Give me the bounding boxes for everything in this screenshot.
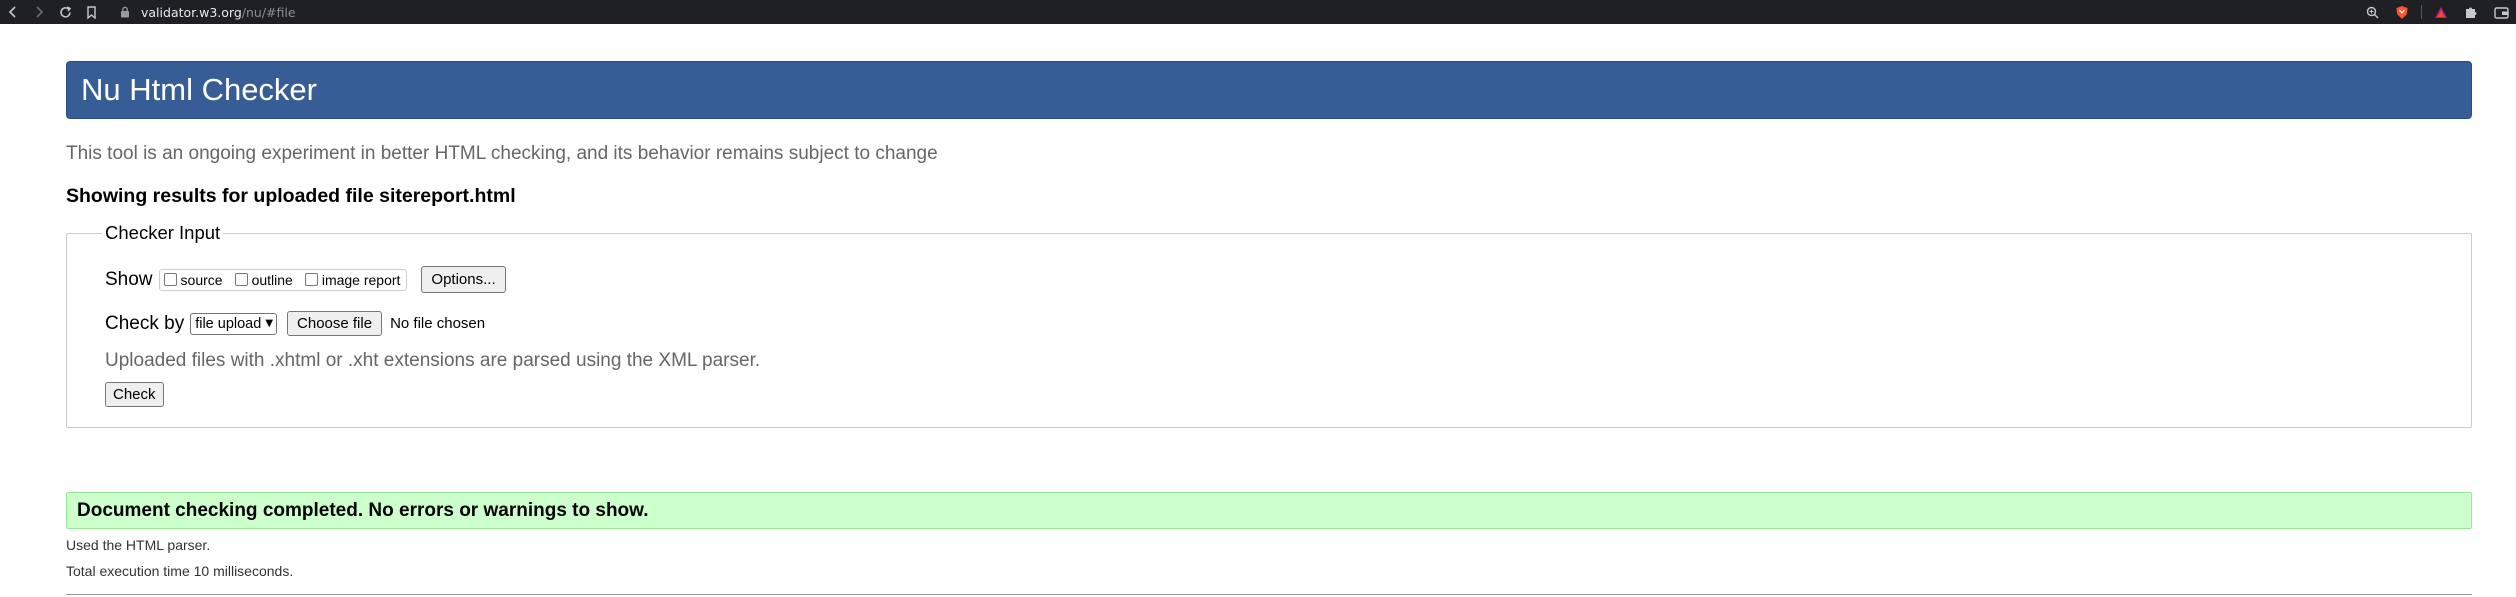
show-label: Show [105,268,153,290]
wallet-icon[interactable] [2486,0,2516,24]
toolbar-separator [2421,5,2422,19]
url-path: /nu/#file [241,4,296,20]
success-message-box: Document checking completed. No errors o… [66,492,2472,529]
show-source-option[interactable]: source [163,271,223,288]
parser-note: Used the HTML parser. [66,537,211,553]
reload-icon[interactable] [52,0,78,24]
source-label: source [180,271,223,288]
address-bar[interactable]: validator.w3.org/nu/#file [118,0,296,24]
chevron-down-icon: ▼ [265,318,274,329]
url-host: validator.w3.org [141,4,242,20]
page-content: Nu Html Checker This tool is an ongoing … [66,61,2472,579]
check-by-label: Check by [105,312,185,334]
execution-time: Total execution time 10 milliseconds. [66,563,294,579]
page-title: Nu Html Checker [81,72,317,107]
result-heading: Showing results for uploaded file sitere… [66,185,516,207]
outline-checkbox[interactable] [234,273,248,286]
brave-shield-icon[interactable] [2387,0,2417,24]
footer-divider [66,594,2472,595]
success-message: Document checking completed. No errors o… [77,499,649,521]
brave-rewards-icon[interactable] [2426,0,2456,24]
image-report-label: image report [321,271,401,288]
show-row: Show source outline image report Options… [105,266,2433,293]
choose-file-button[interactable]: Choose file [287,311,383,336]
page-header: Nu Html Checker [66,61,2472,119]
outline-label: outline [251,271,293,288]
extensions-puzzle-icon[interactable] [2456,0,2486,24]
zoom-icon[interactable] [2357,0,2387,24]
xml-parser-note: Uploaded files with .xhtml or .xht exten… [105,350,761,371]
check-by-row: Check by file upload ▼ Choose file No fi… [105,311,2433,336]
no-file-status: No file chosen [390,315,486,332]
lock-icon [118,0,132,24]
show-outline-option[interactable]: outline [234,271,293,288]
check-button[interactable]: Check [105,382,164,407]
show-image-report-option[interactable]: image report [304,271,401,288]
image-report-checkbox[interactable] [304,273,318,286]
check-by-selected-value: file upload [195,315,262,332]
source-checkbox[interactable] [163,273,177,286]
options-button[interactable]: Options... [421,266,506,293]
forward-arrow-icon[interactable] [26,0,52,24]
checker-input-legend: Checker Input [105,222,221,243]
back-arrow-icon[interactable] [0,0,26,24]
bookmark-icon[interactable] [78,0,104,24]
check-by-select[interactable]: file upload ▼ [190,312,278,335]
tagline: This tool is an ongoing experiment in be… [66,143,938,164]
browser-toolbar: validator.w3.org/nu/#file [0,0,2516,24]
checker-input-fieldset: Checker Input Show source outline image … [66,222,2472,428]
show-options-group: source outline image report [158,268,408,291]
browser-toolbar-right [2357,0,2516,24]
